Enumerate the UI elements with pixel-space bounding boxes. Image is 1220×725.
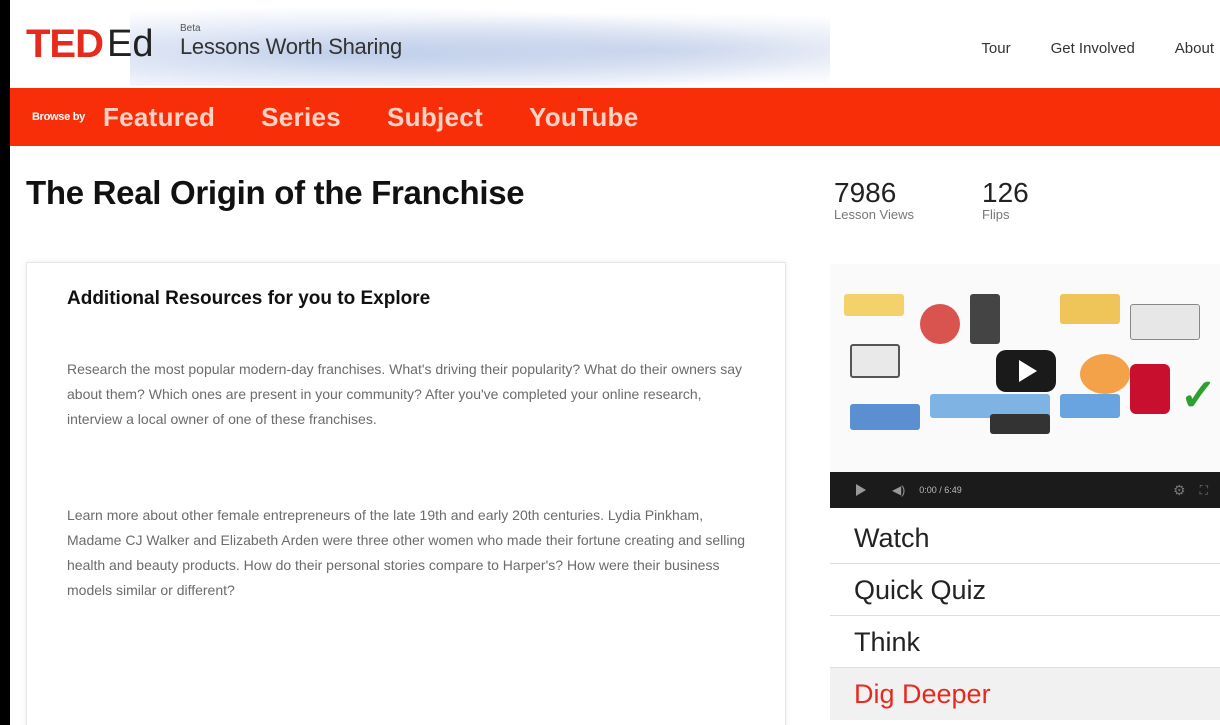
checkmark-icon: ✓ <box>1180 371 1217 420</box>
play-icon[interactable] <box>856 484 866 496</box>
lesson-menu: Watch Quick Quiz Think Dig Deeper <box>830 512 1220 720</box>
logo-ed-text: Ed <box>107 23 154 65</box>
tagline-text: Lessons Worth Sharing <box>180 34 402 59</box>
browse-featured-link[interactable]: Featured <box>103 102 215 133</box>
lesson-title: The Real Origin of the Franchise <box>26 174 525 211</box>
menu-item-watch[interactable]: Watch <box>830 512 1220 564</box>
doodle-shape <box>850 404 920 430</box>
resources-panel: Additional Resources for you to Explore … <box>26 262 786 725</box>
resources-heading: Additional Resources for you to Explore <box>67 288 431 309</box>
doodle-shape <box>1130 304 1200 340</box>
browse-series-link[interactable]: Series <box>261 102 341 133</box>
nav-tour-link[interactable]: Tour <box>981 40 1010 57</box>
flips-stat: 126 Flips <box>982 178 1029 222</box>
doodle-shape <box>1130 364 1170 414</box>
flips-label: Flips <box>982 207 1010 222</box>
page: TED Ed Beta Lessons Worth Sharing Tour G… <box>10 0 1220 725</box>
video-thumbnail[interactable]: ✓ <box>830 264 1220 472</box>
browse-bar: Browse by Featured Series Subject YouTub… <box>10 88 1220 146</box>
doodle-shape <box>990 414 1050 434</box>
nav-get-involved-link[interactable]: Get Involved <box>1051 40 1135 57</box>
doodle-shape <box>1060 294 1120 324</box>
doodle-shape <box>920 304 960 344</box>
play-icon <box>1019 360 1037 382</box>
menu-item-think[interactable]: Think <box>830 616 1220 668</box>
doodle-shape <box>970 294 1000 344</box>
doodle-shape <box>844 294 904 316</box>
menu-item-dig-deeper[interactable]: Dig Deeper <box>830 668 1220 720</box>
video-time: 0:00 / 6:49 <box>919 485 962 495</box>
lesson-views-stat: 7986 Lesson Views <box>834 178 914 222</box>
resources-paragraph: Research the most popular modern-day fra… <box>67 361 742 427</box>
doodle-shape <box>1060 394 1120 418</box>
beta-badge: Beta <box>180 23 201 34</box>
logo-ted-text: TED <box>26 22 104 66</box>
flips-count: 126 <box>982 177 1029 208</box>
gear-icon[interactable]: ⚙ <box>1173 482 1186 499</box>
video-player[interactable]: ✓ ◀) 0:00 / 6:49 ⚙ ⛶ <box>830 264 1220 508</box>
resources-paragraph: Learn more about other female entreprene… <box>67 507 746 598</box>
browse-youtube-link[interactable]: YouTube <box>529 102 638 133</box>
lesson-views-label: Lesson Views <box>834 207 914 222</box>
volume-icon[interactable]: ◀) <box>892 483 905 497</box>
video-play-button[interactable] <box>996 350 1056 392</box>
ted-ed-logo[interactable]: TED Ed <box>26 24 153 64</box>
top-nav: Tour Get Involved About <box>981 40 1220 57</box>
tagline: Beta Lessons Worth Sharing <box>180 24 402 60</box>
fullscreen-icon[interactable]: ⛶ <box>1200 483 1208 498</box>
browse-by-label: Browse by <box>32 111 85 123</box>
nav-about-link[interactable]: About <box>1175 40 1214 57</box>
lesson-views-count: 7986 <box>834 177 897 208</box>
site-header: TED Ed Beta Lessons Worth Sharing Tour G… <box>10 0 1220 88</box>
doodle-shape <box>1080 354 1130 394</box>
doodle-shape <box>850 344 900 378</box>
menu-item-quick-quiz[interactable]: Quick Quiz <box>830 564 1220 616</box>
browse-subject-link[interactable]: Subject <box>387 102 483 133</box>
video-controls: ◀) 0:00 / 6:49 ⚙ ⛶ <box>830 472 1220 508</box>
